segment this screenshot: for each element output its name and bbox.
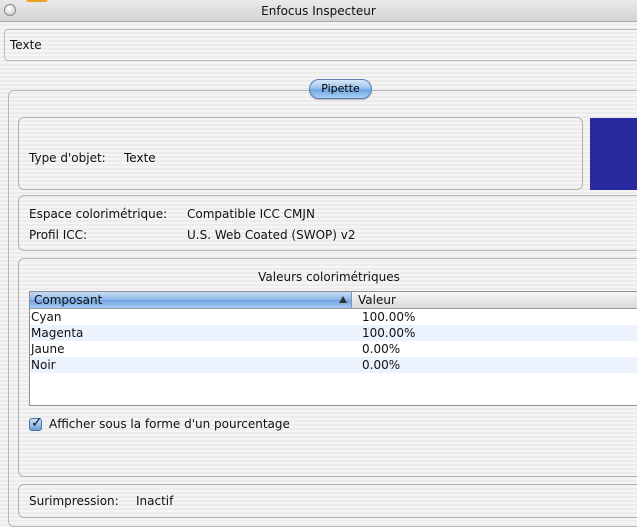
row-component-value: 100.00% (362, 310, 416, 324)
table-row[interactable]: Cyan 100.00% (30, 309, 637, 325)
object-header-label: Texte (10, 38, 42, 52)
table-row[interactable]: Jaune 0.00% (30, 341, 637, 357)
color-values-title: Valeurs colorimétriques (258, 270, 400, 284)
table-row-empty (30, 373, 637, 389)
checkmark-icon: ✓ (31, 415, 43, 431)
color-space-value: Compatible ICC CMJN (187, 207, 315, 221)
object-type-value: Texte (124, 151, 156, 165)
object-type-panel: Type d'objet: Texte (18, 117, 583, 190)
color-swatch (590, 118, 637, 190)
percentage-checkbox-label[interactable]: Afficher sous la forme d'un pourcentage (49, 417, 290, 431)
column-header-value[interactable]: Valeur (358, 293, 396, 307)
icc-profile-value: U.S. Web Coated (SWOP) v2 (187, 228, 356, 242)
window-title: Enfocus Inspecteur (261, 4, 376, 18)
color-space-panel: Espace colorimétrique: Compatible ICC CM… (18, 195, 637, 251)
column-header-component-label: Composant (34, 293, 103, 307)
column-header-component[interactable]: Composant (30, 292, 352, 308)
row-component-name: Noir (31, 358, 56, 372)
overprint-panel: Surimpression: Inactif (18, 484, 637, 518)
sort-ascending-icon (339, 296, 347, 303)
window-titlebar: Enfocus Inspecteur (0, 0, 637, 22)
object-header-frame: Texte (4, 29, 637, 61)
object-header: Texte (0, 22, 637, 66)
row-component-value: 100.00% (362, 326, 416, 340)
table-row[interactable]: Noir 0.00% (30, 357, 637, 373)
table-row[interactable]: Magenta 100.00% (30, 325, 637, 341)
color-values-table[interactable]: Composant Valeur Cyan 100.00% Magenta 10… (29, 291, 637, 406)
row-component-name: Cyan (31, 310, 62, 324)
object-type-label: Type d'objet: (29, 151, 106, 165)
row-component-name: Magenta (31, 326, 84, 340)
row-component-value: 0.00% (362, 342, 401, 356)
row-component-value: 0.00% (362, 358, 401, 372)
table-header: Composant Valeur (30, 292, 637, 309)
row-component-name: Jaune (31, 342, 65, 356)
color-space-label: Espace colorimétrique: (29, 207, 168, 221)
color-values-panel: Valeurs colorimétriques Composant Valeur… (18, 258, 637, 477)
highlight-mark (26, 0, 48, 2)
overprint-value: Inactif (136, 494, 174, 508)
pipette-button[interactable]: Pipette (309, 79, 372, 99)
percentage-checkbox[interactable]: ✓ (29, 415, 43, 431)
overprint-label: Surimpression: (29, 494, 119, 508)
icc-profile-label: Profil ICC: (29, 228, 88, 242)
